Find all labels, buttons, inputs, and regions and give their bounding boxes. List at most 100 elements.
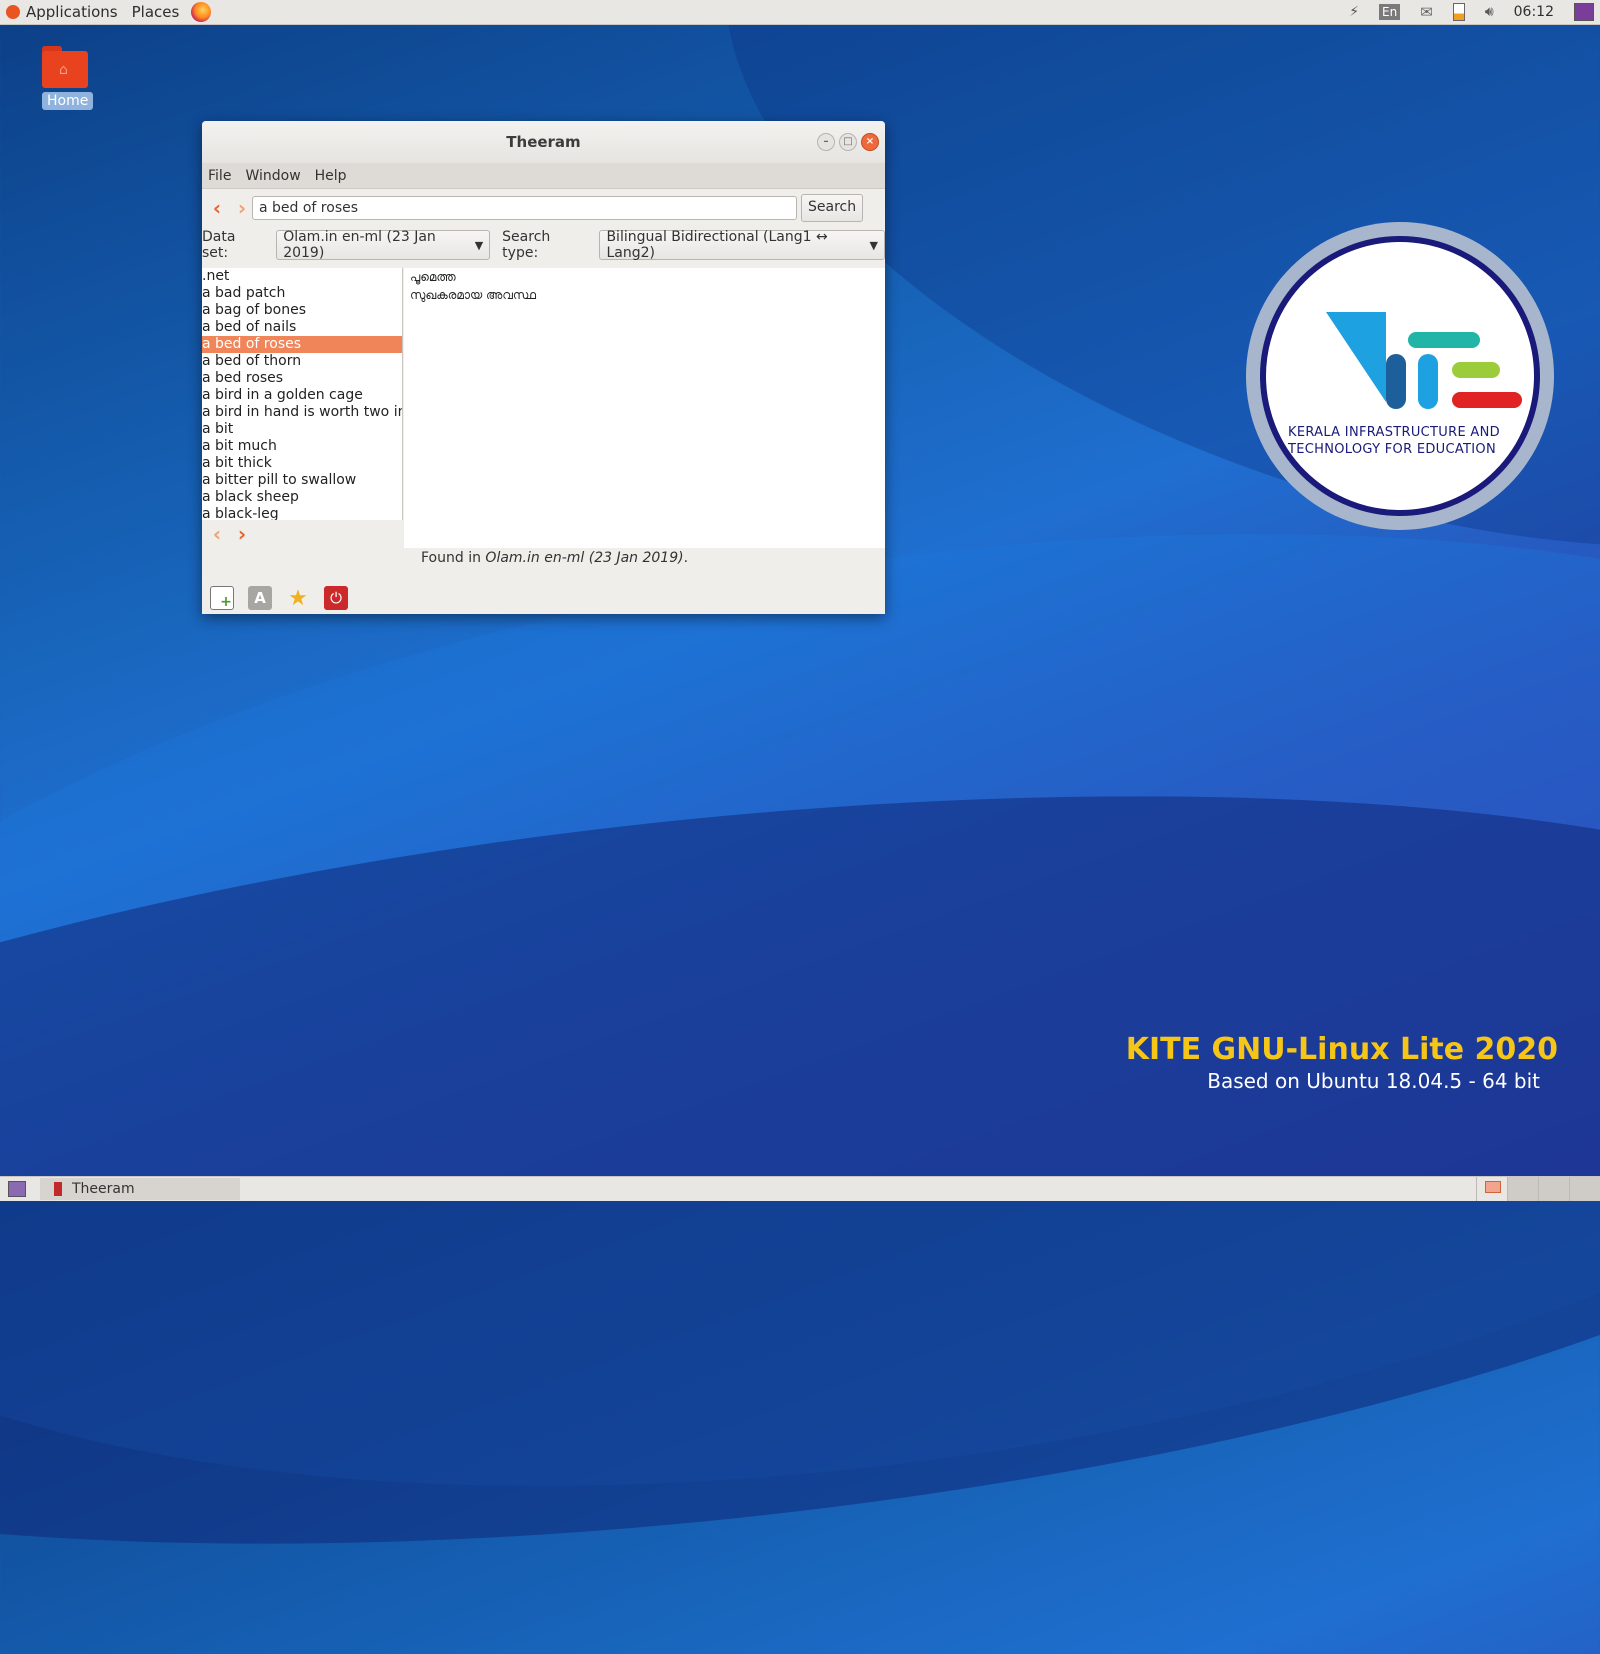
kite-logo-inner: KERALA INFRASTRUCTURE AND TECHNOLOGY FOR…	[1260, 236, 1540, 516]
firefox-launcher[interactable]	[191, 2, 212, 22]
chevron-down-icon: ▼	[474, 238, 484, 252]
kite-bar-teal	[1408, 332, 1480, 348]
session-icon[interactable]	[1574, 3, 1594, 21]
applications-menu[interactable]: Applications	[6, 3, 118, 21]
title-bar[interactable]: Theeram – □ ×	[202, 121, 885, 163]
forward-arrow-icon[interactable]: ›	[232, 196, 252, 220]
font-icon[interactable]: A	[248, 586, 272, 610]
kite-bird-shape	[1296, 312, 1386, 402]
bottom-toolbar: + A ★ ⏻	[210, 586, 362, 611]
list-item[interactable]: a bitter pill to swallow	[202, 472, 402, 489]
list-item[interactable]: a black-leg	[202, 506, 402, 520]
places-label: Places	[131, 3, 180, 21]
folder-icon: ⌂	[42, 46, 88, 88]
list-item[interactable]: a bed roses	[202, 370, 402, 387]
list-item[interactable]: a black sheep	[202, 489, 402, 506]
close-button[interactable]: ×	[861, 133, 879, 151]
show-desktop-icon[interactable]	[8, 1181, 26, 1197]
list-item[interactable]: a bed of thorn	[202, 353, 402, 370]
volume-icon[interactable]: 🔊︎	[1485, 4, 1494, 20]
result-line: പൂമെത്ത	[410, 270, 456, 284]
kite-bar-t	[1418, 354, 1438, 409]
kite-logo: KERALA INFRASTRUCTURE AND TECHNOLOGY FOR…	[1246, 222, 1554, 530]
search-type-label: Search type:	[502, 229, 551, 261]
os-branding: KITE GNU-Linux Lite 2020 Based on Ubuntu…	[1126, 1032, 1558, 1093]
content-panes: .net a bad patch a bag of bones a bed of…	[202, 268, 885, 548]
list-item[interactable]: a bit much	[202, 438, 402, 455]
system-tray: ⚡ En ✉ 🔊︎ 06:12	[1349, 0, 1600, 24]
maximize-button[interactable]: □	[839, 133, 857, 151]
dataset-value: Olam.in en-ml (23 Jan 2019)	[283, 229, 436, 261]
result-pane: പൂമെത്ത സുഖകരമായ അവസ്ഥ	[404, 268, 885, 548]
workspace-4[interactable]	[1569, 1177, 1600, 1201]
dataset-select[interactable]: Olam.in en-ml (23 Jan 2019) ▼	[276, 229, 491, 261]
minimize-button[interactable]: –	[817, 133, 835, 151]
new-window-icon[interactable]: +	[210, 586, 234, 610]
workspace-switcher	[1476, 1177, 1600, 1201]
status-text: Found in Olam.in en-ml (23 Jan 2019).	[202, 550, 885, 566]
ubuntu-logo-icon	[6, 5, 20, 19]
os-base: Based on Ubuntu 18.04.5 - 64 bit	[1207, 1069, 1540, 1093]
menu-file[interactable]: File	[208, 168, 231, 184]
dataset-label: Data set:	[202, 229, 236, 261]
taskbar-item-theeram[interactable]: Theeram	[40, 1178, 240, 1200]
taskbar-item-label: Theeram	[72, 1181, 135, 1197]
bottom-panel: Theeram	[0, 1176, 1600, 1201]
theeram-window: Theeram – □ × File Window Help ‹ › a bed…	[202, 121, 885, 614]
list-item[interactable]: a bit thick	[202, 455, 402, 472]
list-item[interactable]: a bad patch	[202, 285, 402, 302]
search-button[interactable]: Search	[801, 194, 864, 222]
workspace-1[interactable]	[1476, 1177, 1507, 1201]
menu-window[interactable]: Window	[245, 168, 300, 184]
chevron-down-icon: ▼	[869, 238, 878, 252]
power-icon[interactable]: ⏻	[324, 586, 348, 610]
status-suffix: .	[683, 550, 689, 566]
applications-label: Applications	[26, 3, 118, 21]
battery-icon[interactable]	[1452, 3, 1465, 21]
list-item[interactable]: a bird in a golden cage	[202, 387, 402, 404]
clock[interactable]: 06:12	[1514, 4, 1554, 20]
list-item-selected[interactable]: a bed of roses	[202, 336, 402, 353]
status-prefix: Found in	[421, 550, 486, 566]
firefox-icon	[191, 2, 212, 22]
kite-tagline: KERALA INFRASTRUCTURE AND TECHNOLOGY FOR…	[1288, 424, 1500, 458]
search-input[interactable]: a bed of roses	[252, 196, 797, 220]
top-panel: Applications Places ⚡ En ✉ 🔊︎ 06:12	[0, 0, 1600, 25]
star-icon[interactable]: ★	[286, 586, 310, 611]
window-controls: – □ ×	[813, 133, 879, 151]
list-item[interactable]: .net	[202, 268, 402, 285]
list-item[interactable]: a bird in hand is worth two in t	[202, 404, 402, 421]
places-menu[interactable]: Places	[132, 3, 180, 21]
kite-tagline-line1: KERALA INFRASTRUCTURE AND	[1288, 425, 1500, 440]
list-next-arrow-icon[interactable]: ›	[232, 522, 252, 546]
keyboard-layout-indicator[interactable]: En	[1379, 4, 1401, 20]
search-type-value: Bilingual Bidirectional (Lang1 ↔ Lang2)	[606, 229, 828, 261]
kite-bar-green	[1452, 362, 1500, 378]
list-item[interactable]: a bag of bones	[202, 302, 402, 319]
workspace-3[interactable]	[1538, 1177, 1569, 1201]
menu-bar: File Window Help	[202, 163, 885, 189]
mail-icon[interactable]: ✉	[1420, 3, 1433, 21]
workspace-2[interactable]	[1507, 1177, 1538, 1201]
kite-tagline-line2: TECHNOLOGY FOR EDUCATION	[1288, 442, 1496, 457]
back-arrow-icon[interactable]: ‹	[202, 196, 232, 220]
menu-help[interactable]: Help	[315, 168, 347, 184]
kite-bar-i	[1386, 354, 1406, 409]
options-row: Data set: Olam.in en-ml (23 Jan 2019) ▼ …	[202, 227, 885, 263]
list-nav: ‹ ›	[202, 520, 402, 548]
desktop-home-icon[interactable]: ⌂ Home	[42, 46, 94, 110]
list-item[interactable]: a bit	[202, 421, 402, 438]
kite-bar-red	[1452, 392, 1522, 408]
os-name: KITE GNU-Linux Lite 2020	[1125, 1032, 1558, 1067]
home-label: Home	[42, 92, 94, 110]
list-item[interactable]: a bed of nails	[202, 319, 402, 336]
word-list[interactable]: .net a bad patch a bag of bones a bed of…	[202, 268, 403, 520]
window-title: Theeram	[506, 133, 581, 151]
list-prev-arrow-icon[interactable]: ‹	[202, 522, 232, 546]
theeram-app-icon	[54, 1182, 62, 1196]
result-line: സുഖകരമായ അവസ്ഥ	[410, 288, 537, 302]
search-toolbar: ‹ › a bed of roses Search	[202, 189, 885, 227]
search-type-select[interactable]: Bilingual Bidirectional (Lang1 ↔ Lang2) …	[599, 229, 885, 261]
network-icon[interactable]: ⚡	[1349, 4, 1359, 20]
status-source: Olam.in en-ml (23 Jan 2019)	[485, 550, 684, 566]
